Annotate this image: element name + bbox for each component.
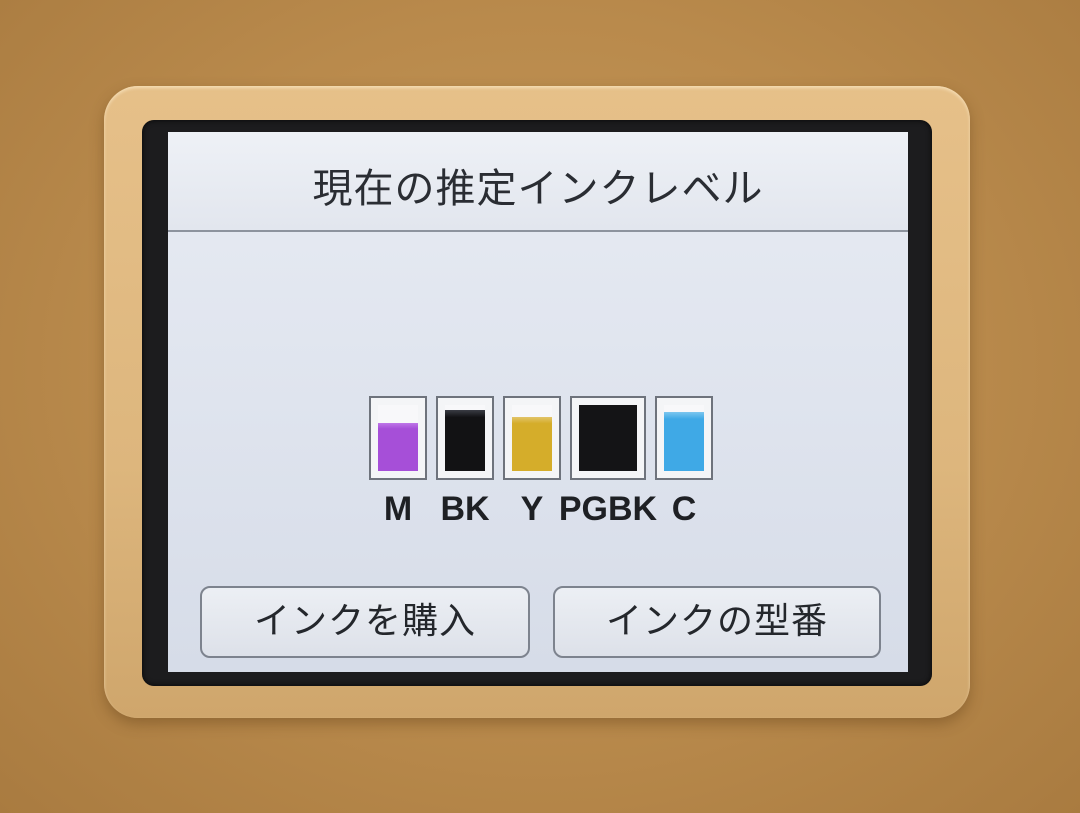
ink-label-y: Y (520, 490, 544, 528)
ink-label-m: M (383, 490, 413, 528)
ink-fill-y (512, 416, 552, 471)
ink-cartridge-m (369, 396, 427, 480)
ink-cartridge-bk (436, 396, 494, 480)
buy-ink-button[interactable]: インクを購入 (200, 586, 530, 658)
ink-fill-pgbk (579, 405, 637, 471)
ink-fill-c (664, 411, 704, 471)
ink-label-pgbk: PGBK (558, 490, 658, 528)
title-bar: 現在の推定インクレベル (168, 132, 908, 232)
ink-cartridge-y (503, 396, 561, 480)
lcd-screen: 現在の推定インクレベル M BK Y PGBK C インクを購入 インクの型番 (168, 132, 908, 672)
ink-cartridge-pgbk (570, 396, 646, 480)
ink-label-c: C (671, 490, 697, 528)
ink-level-indicators: M BK Y PGBK C (369, 396, 719, 528)
ink-model-button[interactable]: インクの型番 (553, 586, 881, 658)
ink-fill-m (378, 423, 418, 471)
ink-cartridge-c (655, 396, 713, 480)
ink-label-bk: BK (440, 490, 490, 528)
page-title: 現在の推定インクレベル (312, 166, 764, 212)
ink-fill-bk (445, 410, 485, 471)
